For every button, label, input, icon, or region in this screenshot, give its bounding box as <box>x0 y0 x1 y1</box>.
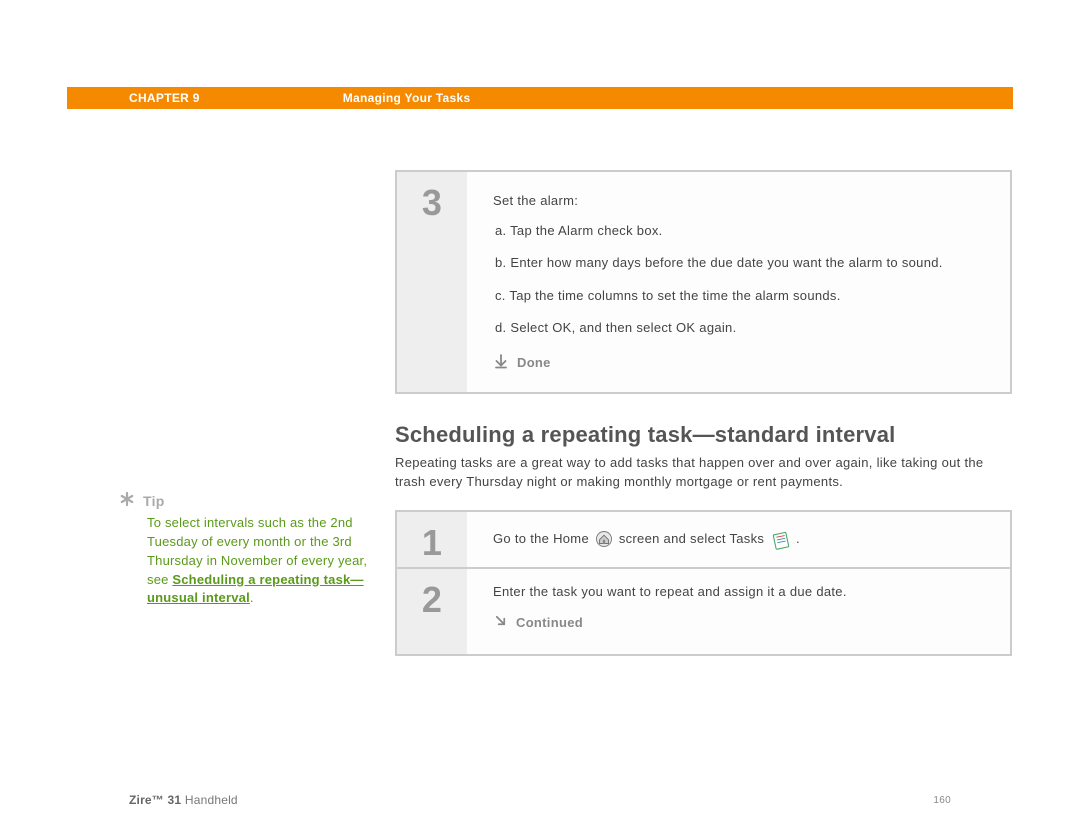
step-number-3: 3 <box>397 172 467 392</box>
step-3-content: Set the alarm: a. Tap the Alarm check bo… <box>467 172 1010 392</box>
main-content: 3 Set the alarm: a. Tap the Alarm check … <box>395 170 1012 668</box>
step-1-after: . <box>796 531 800 546</box>
tip-label: Tip <box>143 493 165 509</box>
chapter-header: CHAPTER 9 Managing Your Tasks <box>67 87 1013 109</box>
step-number-1: 1 <box>397 512 467 567</box>
continued-indicator: Continued <box>493 613 988 633</box>
tip-link[interactable]: Scheduling a repeating task—unusual inte… <box>147 572 364 606</box>
footer-brand-rest: Handheld <box>181 793 238 807</box>
chapter-label: CHAPTER 9 <box>129 91 200 105</box>
home-icon <box>595 530 613 548</box>
step-3d: d. Select OK, and then select OK again. <box>493 319 988 337</box>
step-3-frame: 3 Set the alarm: a. Tap the Alarm check … <box>395 170 1012 394</box>
step-3-intro: Set the alarm: <box>493 192 988 210</box>
section-paragraph: Repeating tasks are a great way to add t… <box>395 454 1012 492</box>
chapter-title: Managing Your Tasks <box>343 91 471 105</box>
section-heading: Scheduling a repeating task—standard int… <box>395 422 1012 448</box>
page-number: 160 <box>933 795 951 806</box>
done-label: Done <box>517 354 551 372</box>
step-1-mid: screen and select Tasks <box>619 531 768 546</box>
asterisk-icon <box>119 491 135 510</box>
tip-sidebar: Tip To select intervals such as the 2nd … <box>119 491 369 608</box>
step-3b: b. Enter how many days before the due da… <box>493 254 988 272</box>
tasks-icon <box>770 530 790 548</box>
step-3a: a. Tap the Alarm check box. <box>493 222 988 240</box>
down-arrow-icon <box>493 353 509 374</box>
page-footer: Zire™ 31 Handheld 160 <box>67 793 1013 807</box>
step-3c: c. Tap the time columns to set the time … <box>493 287 988 305</box>
tip-heading: Tip <box>119 491 369 510</box>
footer-brand: Zire™ 31 Handheld <box>129 793 238 807</box>
step-2-text: Enter the task you want to repeat and as… <box>493 583 988 601</box>
diagonal-arrow-icon <box>493 613 508 633</box>
step-1-before: Go to the Home <box>493 531 593 546</box>
footer-brand-bold: Zire™ 31 <box>129 793 181 807</box>
step-number-2: 2 <box>397 569 467 654</box>
done-indicator: Done <box>493 353 988 374</box>
step-1-content: Go to the Home screen and select Tasks <box>467 512 1010 567</box>
continued-label: Continued <box>516 614 583 632</box>
tip-body: To select intervals such as the 2nd Tues… <box>147 514 369 608</box>
step-2-content: Enter the task you want to repeat and as… <box>467 569 1010 654</box>
steps-1-2-frame: 1 Go to the Home screen and select Tasks <box>395 510 1012 656</box>
